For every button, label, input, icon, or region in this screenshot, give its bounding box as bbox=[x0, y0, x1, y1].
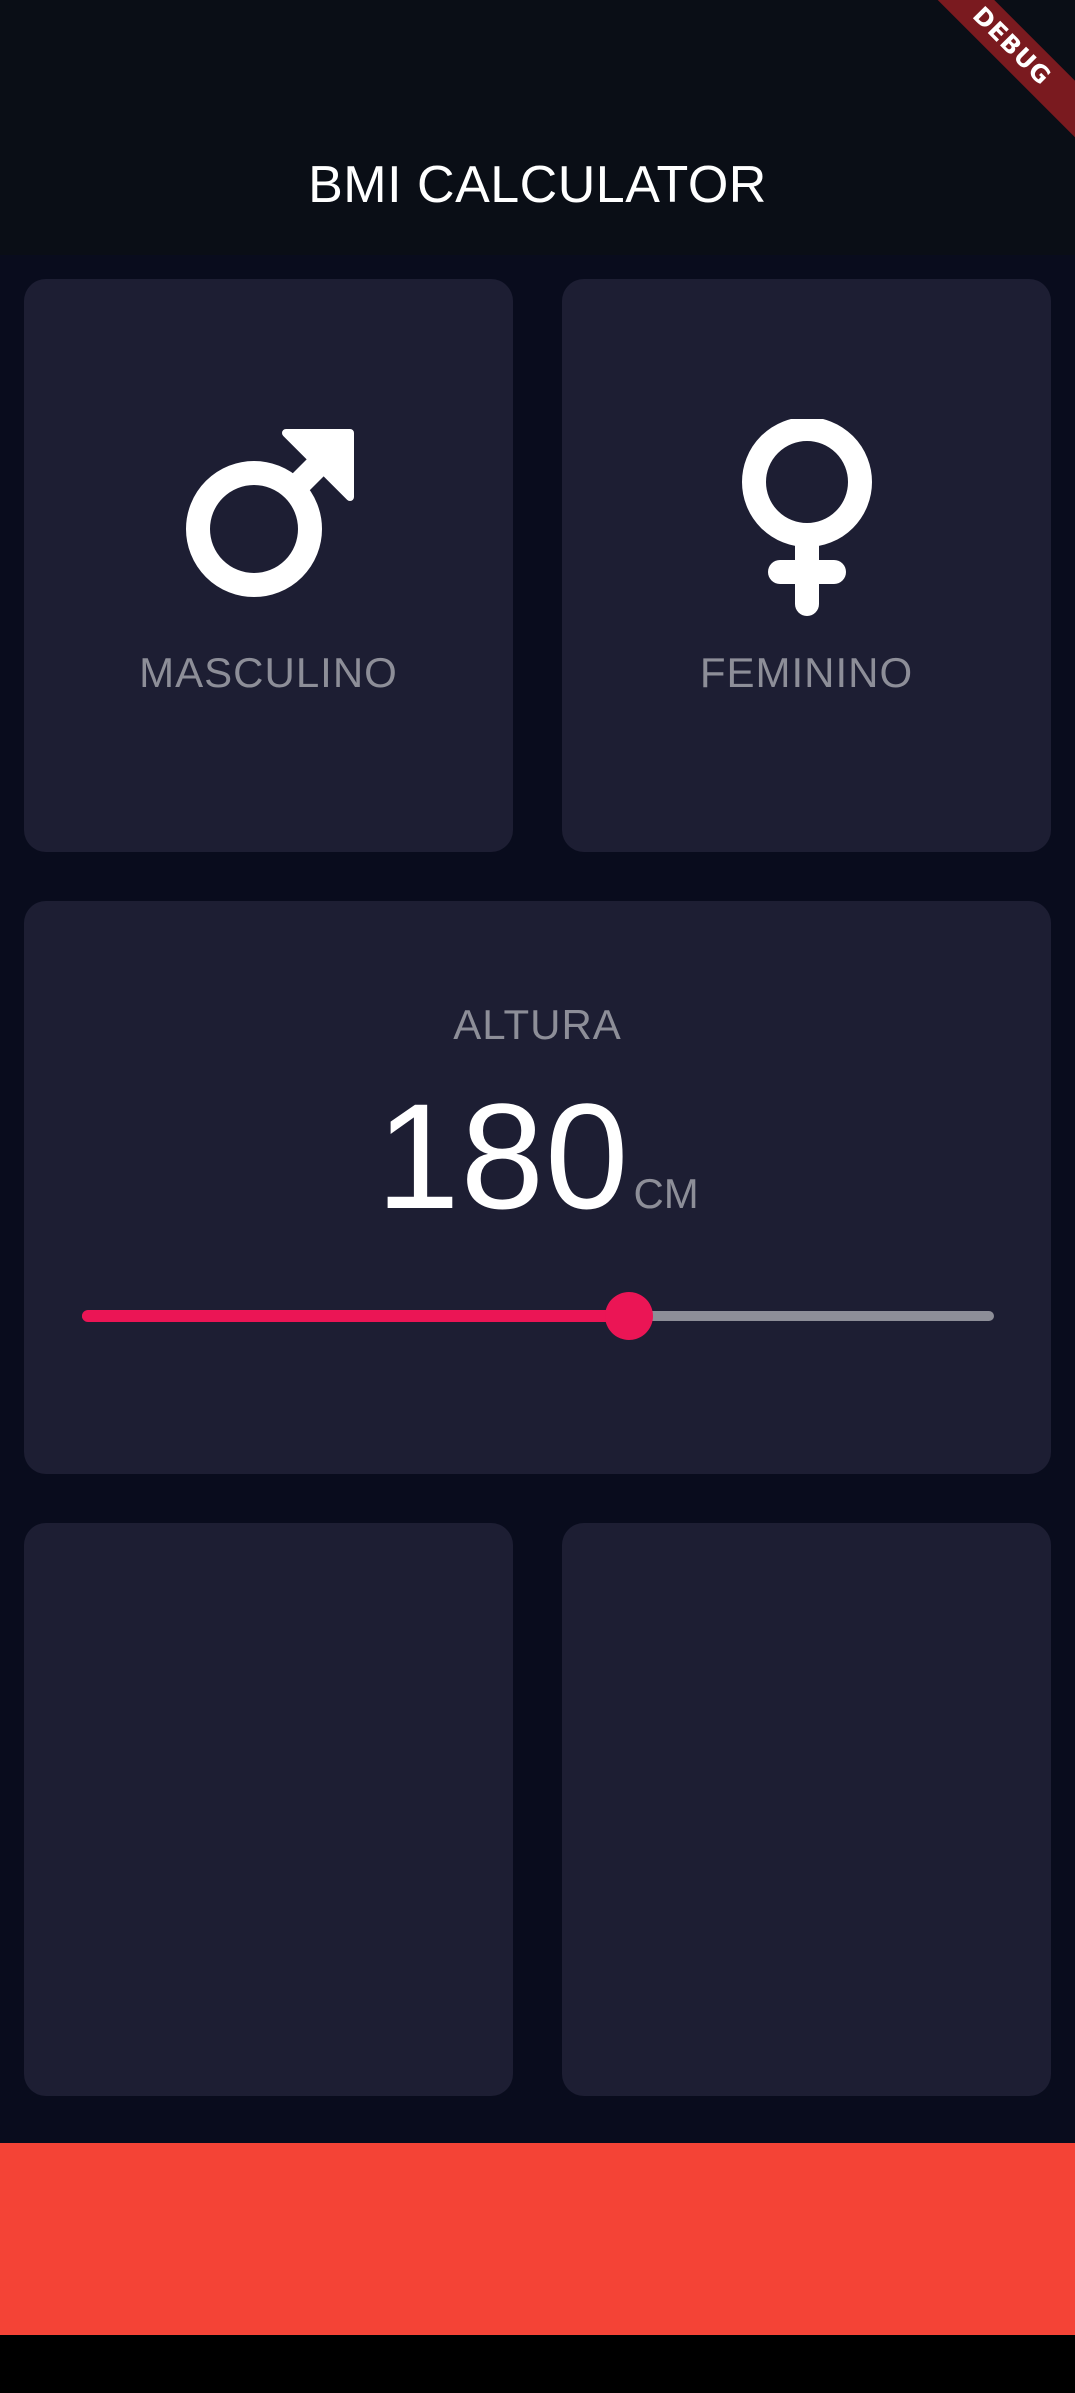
age-card bbox=[562, 1523, 1051, 2096]
female-symbol-icon bbox=[741, 419, 872, 616]
male-label: MASCULINO bbox=[139, 649, 398, 696]
height-slider[interactable] bbox=[82, 1291, 994, 1341]
app-title: BMI CALCULATOR bbox=[308, 156, 767, 214]
weight-card bbox=[24, 1523, 513, 2096]
height-card: ALTURA 180CM bbox=[24, 901, 1051, 1474]
height-value-row: 180CM bbox=[24, 1081, 1051, 1231]
system-nav-bar bbox=[0, 2335, 1075, 2393]
slider-active-track bbox=[82, 1310, 630, 1322]
female-card[interactable]: FEMININO bbox=[562, 279, 1051, 852]
height-unit: CM bbox=[633, 1170, 699, 1217]
slider-thumb[interactable] bbox=[605, 1292, 654, 1340]
app-bar: BMI CALCULATOR bbox=[0, 0, 1075, 255]
height-value: 180 bbox=[376, 1072, 630, 1240]
height-label: ALTURA bbox=[453, 1001, 622, 1048]
calculate-button[interactable] bbox=[0, 2143, 1075, 2335]
female-label: FEMININO bbox=[699, 649, 914, 696]
male-symbol-icon bbox=[185, 429, 354, 597]
male-card[interactable]: MASCULINO bbox=[24, 279, 513, 852]
